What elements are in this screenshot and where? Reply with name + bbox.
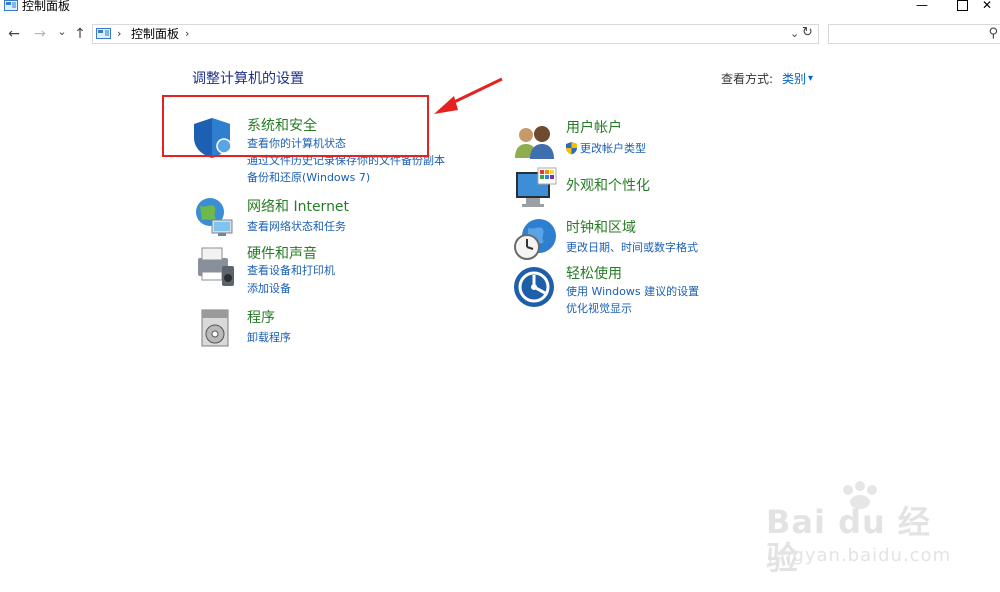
category-link[interactable]: 添加设备	[247, 281, 291, 296]
network-globe-icon[interactable]	[192, 196, 236, 238]
category-link[interactable]: 更改帐户类型	[580, 141, 646, 156]
appearance-monitor-icon[interactable]	[514, 166, 558, 210]
maximize-button[interactable]	[942, 0, 982, 14]
close-button[interactable]: ✕	[982, 0, 1000, 14]
category-title[interactable]: 程序	[247, 309, 275, 327]
window-title: 控制面板	[22, 0, 71, 13]
category-link[interactable]: 查看设备和打印机	[247, 263, 335, 278]
title-bar: 控制面板 — ✕	[0, 0, 1000, 14]
watermark: Bai du 经验 jingyan.baidu.com	[760, 480, 960, 580]
forward-button[interactable]: →	[32, 26, 48, 42]
category-title[interactable]: 轻松使用	[566, 265, 622, 283]
category-link[interactable]: 查看网络状态和任务	[247, 219, 346, 234]
address-dropdown-button[interactable]: ⌄	[790, 27, 799, 41]
breadcrumb-control-panel[interactable]: 控制面板	[131, 27, 179, 41]
maximize-icon	[956, 0, 968, 11]
watermark-url: jingyan.baidu.com	[768, 545, 952, 566]
address-bar[interactable]: › 控制面板 › ⌄	[92, 24, 819, 44]
clock-globe-icon[interactable]	[512, 216, 558, 262]
printer-icon[interactable]	[192, 244, 238, 290]
minimize-button[interactable]: —	[902, 0, 942, 14]
programs-icon[interactable]	[198, 308, 234, 350]
category-link[interactable]: 优化视觉显示	[566, 301, 632, 316]
breadcrumb-separator[interactable]: ›	[185, 27, 189, 41]
category-link[interactable]: 使用 Windows 建议的设置	[566, 284, 699, 299]
pointer-arrow-icon	[434, 77, 503, 114]
back-button[interactable]: ←	[6, 26, 22, 42]
recent-locations-button[interactable]: ⌄	[54, 24, 70, 40]
category-title[interactable]: 用户帐户	[566, 119, 622, 137]
uac-shield-icon	[566, 142, 577, 155]
breadcrumb-separator[interactable]: ›	[117, 27, 121, 41]
search-input[interactable]: ⚲	[828, 24, 1000, 44]
view-by-dropdown[interactable]: 类别	[782, 71, 806, 87]
category-title[interactable]: 时钟和区域	[566, 219, 636, 237]
page-title: 调整计算机的设置	[192, 71, 304, 87]
category-title[interactable]: 网络和 Internet	[247, 198, 349, 216]
category-title[interactable]: 硬件和声音	[247, 245, 317, 263]
category-link[interactable]: 备份和还原(Windows 7)	[247, 170, 370, 185]
control-panel-icon	[96, 28, 111, 39]
up-button[interactable]: ↑	[72, 26, 88, 42]
category-link[interactable]: 卸载程序	[247, 330, 291, 345]
ease-of-access-icon[interactable]	[513, 266, 555, 308]
users-icon[interactable]	[514, 124, 556, 160]
highlight-box	[162, 95, 429, 157]
chevron-down-icon[interactable]: ▾	[808, 71, 813, 87]
category-title[interactable]: 外观和个性化	[566, 177, 650, 195]
search-icon: ⚲	[988, 26, 998, 41]
refresh-button[interactable]: ↻	[802, 26, 813, 40]
control-panel-icon	[4, 0, 18, 11]
navigation-bar: ← → ⌄ ↑ › 控制面板 › ⌄ ↻ ⚲	[0, 20, 1000, 50]
category-link[interactable]: 更改日期、时间或数字格式	[566, 240, 698, 255]
view-by-label: 查看方式:	[721, 72, 774, 86]
